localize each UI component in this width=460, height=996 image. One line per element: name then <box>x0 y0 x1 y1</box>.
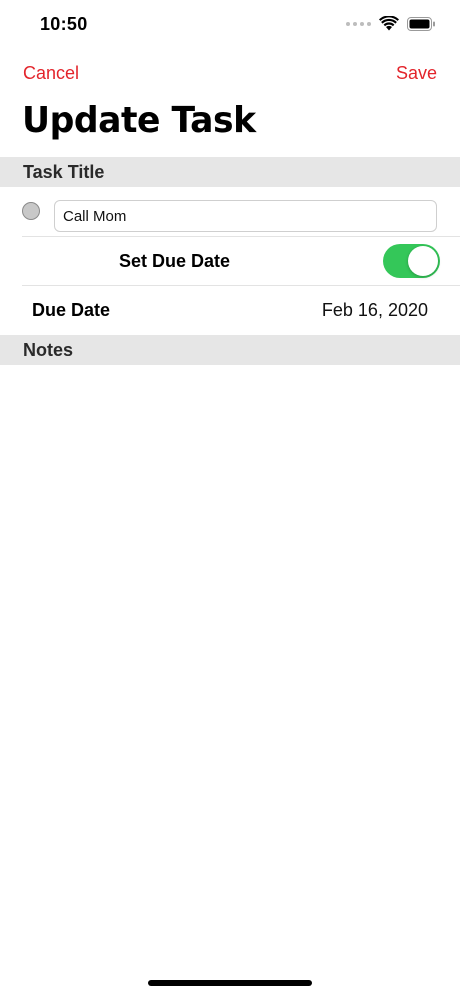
section-header-notes: Notes <box>0 335 460 365</box>
wifi-icon <box>379 16 399 31</box>
update-task-screen: 10:50 Cancel Save Update Task Task Title <box>0 0 460 996</box>
status-bar: 10:50 <box>0 0 460 50</box>
page-title: Update Task <box>22 100 256 141</box>
set-due-date-label: Set Due Date <box>119 251 231 271</box>
save-button[interactable]: Save <box>396 63 437 84</box>
task-title-input[interactable] <box>54 200 437 232</box>
notes-text-area[interactable] <box>0 365 460 965</box>
switch-knob <box>408 246 438 276</box>
status-time: 10:50 <box>40 14 88 34</box>
due-date-label: Due Date <box>32 300 111 320</box>
due-date-value: Feb 16, 2020 <box>321 300 428 320</box>
task-complete-circle-icon[interactable] <box>22 202 40 220</box>
battery-icon <box>407 16 435 31</box>
signal-dots-icon <box>346 21 371 26</box>
cancel-button[interactable]: Cancel <box>23 63 79 84</box>
set-due-date-switch[interactable] <box>383 244 440 278</box>
due-date-row[interactable]: Due Date Feb 16, 2020 <box>0 286 460 334</box>
home-indicator[interactable] <box>148 980 312 986</box>
section-header-task-title: Task Title <box>0 157 460 187</box>
set-due-date-row: Set Due Date <box>0 237 460 285</box>
task-title-row <box>0 190 460 236</box>
status-icons <box>346 16 436 31</box>
